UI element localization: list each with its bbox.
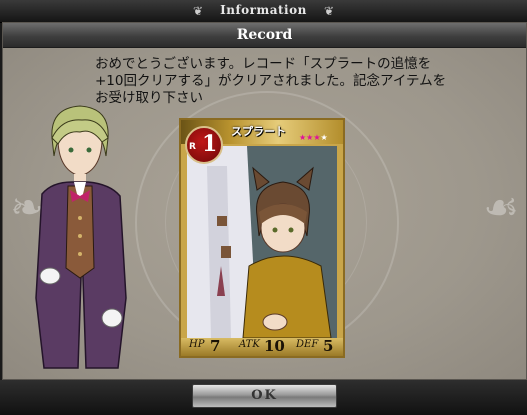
message-line-3: お受け取り下さい [95, 90, 203, 106]
window-title: Information [220, 3, 307, 17]
def-value: 5 [323, 337, 334, 355]
atk-value: 10 [264, 337, 285, 355]
ok-button-label: OK [251, 388, 278, 403]
card-stats-bar: HP 7 ATK 10 DEF 5 [181, 337, 343, 356]
message-line-2: +10回クリアする」がクリアされました。記念アイテムを [95, 73, 447, 89]
record-title: Record [236, 27, 293, 43]
def-label: DEF [296, 339, 319, 350]
right-flourish-icon: ☙ [483, 185, 519, 231]
atk-label: ATK [239, 339, 260, 350]
rank-number: 1 [202, 131, 218, 157]
information-title-bar: ❦ Information ❦ [0, 0, 527, 23]
navigator-character-portrait [35, 105, 127, 369]
message-line-1: おめでとうございます。レコード「スプラートの追憶を [95, 56, 432, 72]
ornament-icon: ❦ [323, 4, 335, 18]
record-message: おめでとうございます。レコード「スプラートの追憶を +10回クリアする」がクリア… [95, 56, 505, 107]
reward-card[interactable]: スプラート ★★★★ R 1 HP 7 ATK 10 DEF 5 [179, 118, 345, 358]
star-icon: ★ [320, 133, 328, 142]
record-header: Record [3, 23, 526, 48]
card-artwork [187, 146, 337, 338]
card-name: スプラート [231, 125, 286, 138]
star-icon: ★ [313, 133, 321, 142]
hp-value: 7 [210, 337, 221, 355]
ok-button[interactable]: OK [192, 384, 337, 408]
rank-letter: R [189, 142, 196, 152]
hp-label: HP [189, 339, 205, 350]
card-rank-badge: R 1 [185, 126, 223, 164]
rarity-stars: ★★★★ [299, 133, 328, 142]
